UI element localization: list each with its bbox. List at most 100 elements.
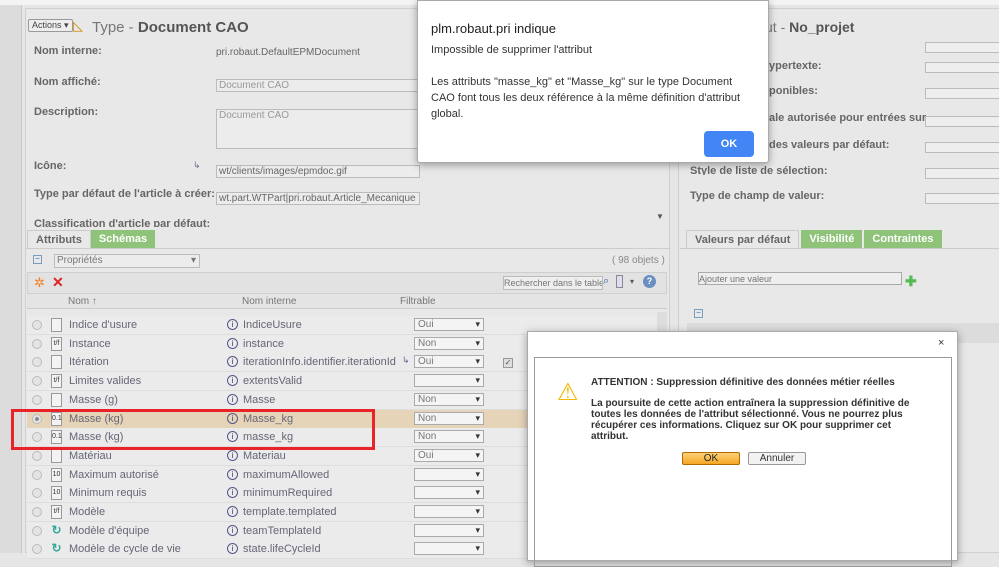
actions-button[interactable]: Actions ▾ xyxy=(28,19,73,32)
row-internal-name: Masse xyxy=(243,393,276,406)
column-header-nom[interactable]: Nom ↑ xyxy=(68,296,97,307)
row-radio[interactable] xyxy=(32,376,42,387)
attribute-field[interactable] xyxy=(925,142,999,153)
type-article-field[interactable]: wt.part.WTPart|pri.robaut.Article_Mecani… xyxy=(216,192,420,205)
tab-attributs[interactable]: Attributs xyxy=(27,230,91,248)
row-name: Minimum requis xyxy=(69,487,147,500)
left-nav-strip xyxy=(0,5,22,553)
filtrable-select[interactable]: Oui xyxy=(414,318,484,331)
row-name: Indice d'usure xyxy=(69,319,138,331)
filtrable-select[interactable]: Non xyxy=(414,411,484,425)
info-icon[interactable]: i xyxy=(227,487,238,499)
new-attribute-icon[interactable]: ✲ xyxy=(34,275,45,291)
filtrable-select[interactable] xyxy=(414,523,484,537)
row-radio[interactable] xyxy=(32,357,42,368)
info-icon[interactable]: i xyxy=(227,375,238,387)
attribute-field[interactable] xyxy=(925,62,999,73)
search-icon[interactable]: ⌕ xyxy=(603,275,609,288)
close-icon[interactable]: × xyxy=(938,337,944,349)
confirm-ok-button[interactable]: OK xyxy=(682,452,740,465)
description-field[interactable]: Document CAO xyxy=(216,109,426,149)
info-icon[interactable]: i xyxy=(227,319,238,330)
confirm-cancel-button[interactable]: Annuler xyxy=(748,452,806,465)
alert-ok-button[interactable]: OK xyxy=(704,131,754,157)
label-nom-affiche: Nom affiché: xyxy=(34,76,101,88)
filtrable-select[interactable]: Non xyxy=(414,336,484,350)
view-select[interactable]: Propriétés ▾ xyxy=(54,254,200,268)
info-icon[interactable]: i xyxy=(227,337,238,349)
row-internal-name: maximumAllowed xyxy=(243,468,330,481)
info-icon[interactable]: i xyxy=(227,524,238,536)
tab-visibilite[interactable]: Visibilité xyxy=(801,230,863,248)
table-header: Nom ↑ Nom interne Filtrable xyxy=(27,294,667,309)
type-champ-field[interactable] xyxy=(925,193,999,204)
alert-line: Impossible de supprimer l'attribut xyxy=(431,44,593,56)
row-radio[interactable] xyxy=(32,525,42,536)
attribute-field[interactable] xyxy=(925,88,999,99)
row-radio[interactable] xyxy=(32,469,42,480)
row-radio[interactable] xyxy=(32,338,42,349)
label-fragment: ypertexte: xyxy=(769,60,822,72)
filtrable-select[interactable]: Non xyxy=(414,430,484,444)
int-type-icon: 10 xyxy=(51,486,62,501)
row-radio[interactable] xyxy=(32,450,42,461)
row-radio[interactable] xyxy=(32,488,42,499)
info-icon[interactable]: i xyxy=(227,393,238,405)
checkbox[interactable]: ✓ xyxy=(503,358,513,368)
filtrable-select[interactable]: Non xyxy=(414,392,484,406)
column-header-nom-interne[interactable]: Nom interne xyxy=(242,296,296,307)
info-icon[interactable]: i xyxy=(227,506,238,517)
table-search-input[interactable] xyxy=(503,276,603,290)
info-icon[interactable]: i xyxy=(227,356,238,368)
filtrable-select[interactable] xyxy=(414,374,484,388)
info-icon[interactable]: i xyxy=(227,449,238,461)
browser-alert-dialog: plm.robaut.pri indique Impossible de sup… xyxy=(417,0,769,163)
row-name: Matériau xyxy=(69,449,112,462)
add-icon[interactable]: ✚ xyxy=(905,273,917,290)
delete-icon[interactable]: ✕ xyxy=(52,274,64,291)
attribute-field[interactable] xyxy=(925,116,999,127)
filtrable-select[interactable]: Oui xyxy=(414,355,484,369)
row-radio[interactable] xyxy=(32,394,42,405)
nom-affiche-field[interactable]: Document CAO xyxy=(216,79,426,92)
int-type-icon: 10 xyxy=(51,467,62,482)
icone-field[interactable]: wt/clients/images/epmdoc.gif xyxy=(216,165,420,178)
inherited-icon: ↳ xyxy=(402,355,410,365)
row-radio[interactable] xyxy=(32,320,42,330)
chevron-down-icon[interactable]: ▾ xyxy=(630,277,634,286)
tab-contraintes[interactable]: Contraintes xyxy=(864,230,942,248)
label-style-liste: Style de liste de sélection: xyxy=(690,165,828,175)
filtrable-select[interactable]: Oui xyxy=(414,448,484,462)
row-name: Modèle xyxy=(69,506,106,518)
row-name: Instance xyxy=(69,337,111,350)
highlight-box xyxy=(11,409,375,450)
filtrable-select[interactable] xyxy=(414,505,484,518)
filtrable-select[interactable] xyxy=(414,542,484,556)
style-liste-field[interactable] xyxy=(925,168,999,179)
attribute-title: ut - No_projet xyxy=(765,19,855,35)
label-icone: Icône: xyxy=(34,160,67,172)
collapse-icon[interactable]: − xyxy=(33,255,42,264)
filtrable-select[interactable] xyxy=(414,467,484,481)
filtrable-select[interactable] xyxy=(414,486,484,500)
info-icon[interactable]: i xyxy=(227,468,238,480)
attribute-field[interactable] xyxy=(925,42,999,53)
confirm-heading: ATTENTION : Suppression définitive des d… xyxy=(591,377,895,388)
row-internal-name: teamTemplateId xyxy=(243,524,322,537)
label-fragment: ponibles: xyxy=(769,85,818,97)
tab-valeurs-par-defaut[interactable]: Valeurs par défaut xyxy=(686,230,800,248)
tf-type-icon: t/f xyxy=(51,336,62,351)
row-radio[interactable] xyxy=(32,507,42,517)
columns-icon[interactable] xyxy=(616,275,623,288)
tab-schemas[interactable]: Schémas xyxy=(90,230,156,248)
label-nom-interne: Nom interne: xyxy=(34,45,102,57)
collapse-icon[interactable]: − xyxy=(694,309,703,318)
column-header-filtrable[interactable]: Filtrable xyxy=(400,296,436,307)
divider xyxy=(680,248,999,249)
row-name: Maximum autorisé xyxy=(69,468,159,481)
scroll-down-arrow[interactable]: ▼ xyxy=(656,212,664,221)
label-type-article: Type par défaut de l'article à créer: xyxy=(34,188,215,200)
reference-type-icon: ↻ xyxy=(51,541,62,556)
help-icon[interactable]: ? xyxy=(643,275,656,288)
add-value-input[interactable] xyxy=(698,272,902,285)
